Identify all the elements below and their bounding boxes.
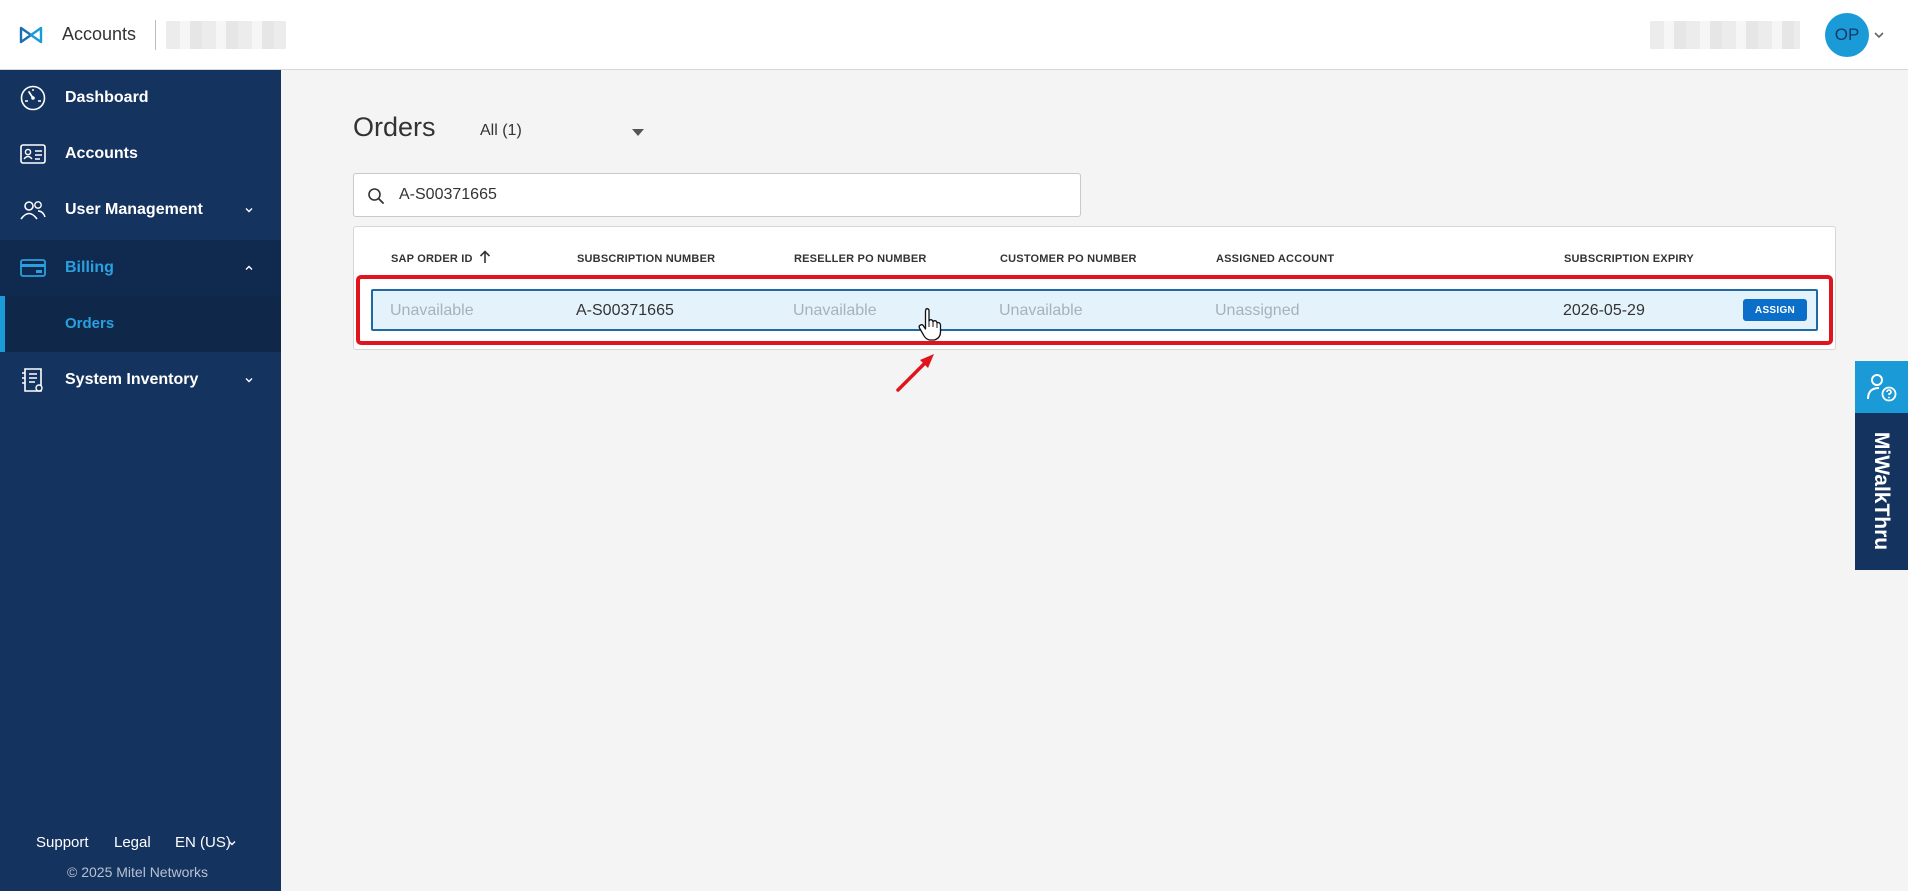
- sidebar-item-system-inventory[interactable]: System Inventory: [0, 352, 281, 408]
- sidebar-item-accounts[interactable]: Accounts: [0, 126, 281, 182]
- filter-selected-value: All (1): [480, 122, 522, 139]
- chevron-down-icon[interactable]: [242, 203, 256, 217]
- chevron-down-icon[interactable]: [226, 837, 238, 849]
- legal-link[interactable]: Legal: [114, 834, 151, 851]
- sidebar: Dashboard Accounts User Management Billi…: [0, 70, 281, 891]
- column-header-sap-order-id[interactable]: SAP ORDER ID: [391, 253, 473, 265]
- language-select[interactable]: EN (US): [175, 834, 231, 851]
- sidebar-item-label: User Management: [65, 201, 203, 218]
- chevron-up-icon[interactable]: [242, 261, 256, 275]
- id-card-icon: [20, 144, 46, 164]
- cell-subscription-number: A-S00371665: [576, 302, 674, 319]
- cell-sap-order-id: Unavailable: [390, 302, 474, 319]
- column-header-assigned-account[interactable]: ASSIGNED ACCOUNT: [1216, 253, 1334, 265]
- search-box: [353, 173, 1081, 217]
- title-divider: [155, 20, 156, 50]
- users-icon: [20, 201, 46, 220]
- sidebar-item-label: Billing: [65, 259, 114, 276]
- search-icon: [368, 188, 384, 204]
- table-row[interactable]: Unavailable A-S00371665 Unavailable Unav…: [371, 289, 1818, 331]
- document-list-icon: [22, 368, 43, 392]
- sidebar-item-dashboard[interactable]: Dashboard: [0, 70, 281, 126]
- walkthru-help-button[interactable]: [1855, 361, 1908, 413]
- cell-reseller-po-number: Unavailable: [793, 302, 877, 319]
- redacted-user-name: [1650, 21, 1800, 49]
- cell-assigned-account: Unassigned: [1215, 302, 1300, 319]
- orders-filter-dropdown[interactable]: All (1): [478, 118, 648, 146]
- cell-subscription-expiry: 2026-05-29: [1563, 302, 1645, 319]
- hand-pointer-cursor-icon: [918, 308, 942, 341]
- sidebar-subitem-label: Orders: [65, 315, 115, 332]
- column-header-reseller-po-number[interactable]: RESELLER PO NUMBER: [794, 253, 927, 265]
- sidebar-subitem-orders[interactable]: Orders: [0, 296, 281, 352]
- top-bar: Accounts OP: [0, 0, 1908, 70]
- sidebar-item-label: System Inventory: [65, 371, 199, 388]
- user-avatar[interactable]: OP: [1825, 13, 1869, 57]
- column-header-subscription-number[interactable]: SUBSCRIPTION NUMBER: [577, 253, 715, 265]
- walkthru-tab[interactable]: MiWalkThru: [1855, 413, 1908, 570]
- chevron-down-icon[interactable]: [1872, 28, 1886, 42]
- sidebar-item-user-management[interactable]: User Management: [0, 182, 281, 238]
- user-help-icon: [1867, 374, 1897, 402]
- dashboard-gauge-icon: [20, 85, 46, 111]
- red-arrow-annotation-icon: [896, 354, 934, 392]
- cell-customer-po-number: Unavailable: [999, 302, 1083, 319]
- sort-ascending-icon[interactable]: [478, 249, 492, 265]
- sidebar-item-billing[interactable]: Billing: [0, 240, 281, 296]
- sidebar-item-label: Accounts: [65, 145, 138, 162]
- chevron-down-icon[interactable]: [242, 373, 256, 387]
- redacted-org-name: [166, 21, 286, 49]
- app-title: Accounts: [62, 24, 137, 44]
- sidebar-item-label: Dashboard: [65, 89, 149, 106]
- active-indicator: [0, 296, 5, 352]
- column-header-subscription-expiry[interactable]: SUBSCRIPTION EXPIRY: [1564, 253, 1694, 265]
- caret-down-icon: [632, 129, 644, 136]
- avatar-initials: OP: [1834, 25, 1860, 44]
- language-label: EN (US): [175, 834, 231, 851]
- assign-button[interactable]: ASSIGN: [1743, 299, 1807, 321]
- billing-group: Billing Orders: [0, 240, 281, 352]
- support-link[interactable]: Support: [36, 834, 89, 851]
- page-title: Orders: [353, 112, 436, 142]
- walkthru-label: MiWalkThru: [1870, 431, 1893, 551]
- search-input[interactable]: [399, 182, 1059, 208]
- column-header-customer-po-number[interactable]: CUSTOMER PO NUMBER: [1000, 253, 1137, 265]
- mitel-logo-icon[interactable]: [19, 24, 43, 46]
- copyright-text: © 2025 Mitel Networks: [67, 864, 209, 880]
- credit-card-icon: [20, 259, 46, 277]
